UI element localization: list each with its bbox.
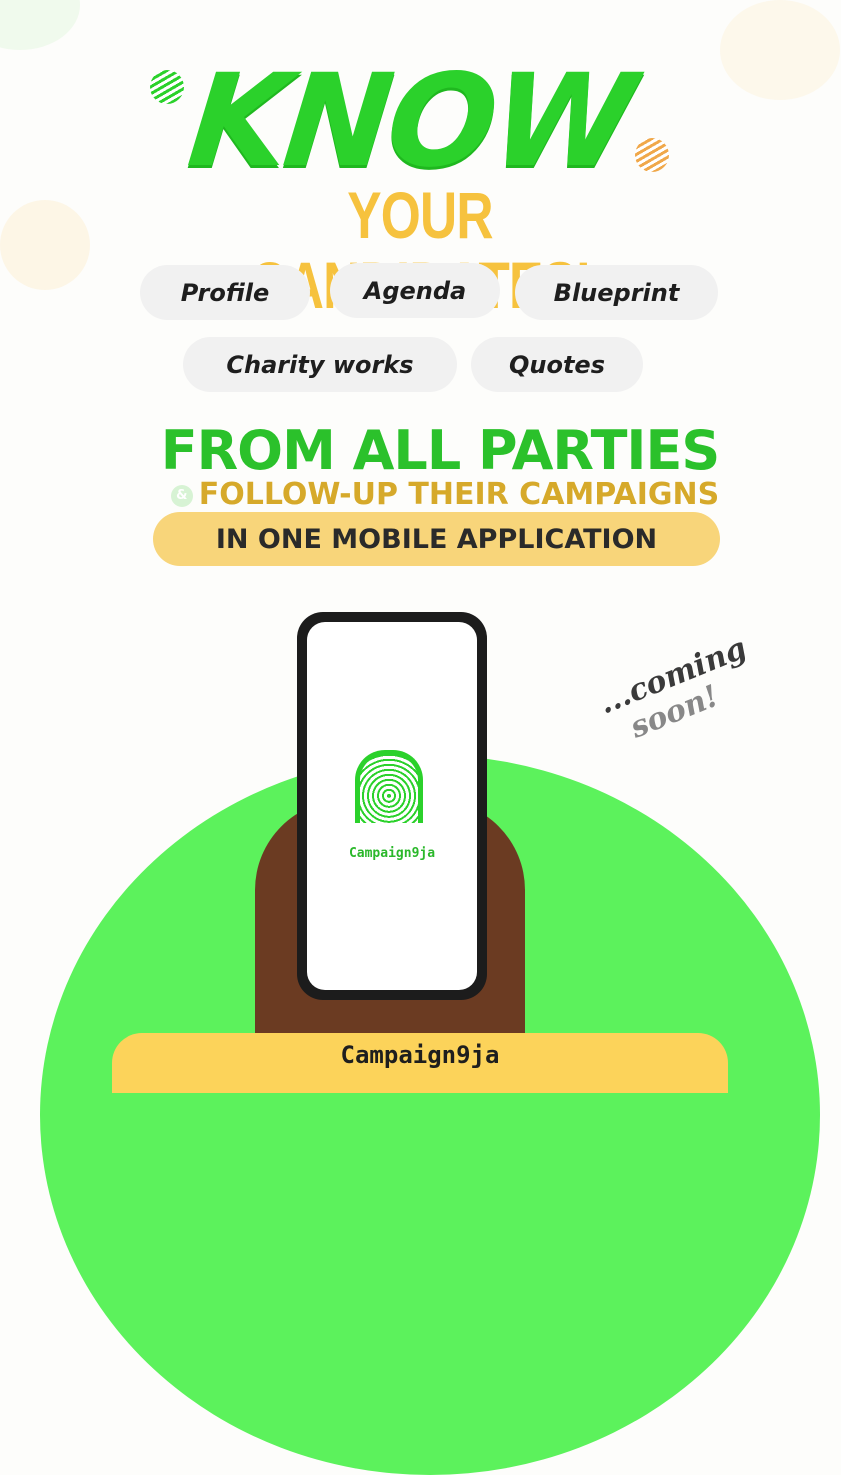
- coming-soon-text: ...coming soon!: [594, 615, 806, 753]
- feature-pill-quotes: Quotes: [471, 337, 643, 392]
- footer-brand: Campaign9ja: [340, 1041, 500, 1069]
- feature-pill-charity-works: Charity works: [183, 337, 457, 392]
- tagline-main: FROM ALL PARTIES: [160, 419, 721, 482]
- headline-know: KNOW: [182, 47, 639, 196]
- feature-pill-blueprint: Blueprint: [515, 265, 718, 320]
- phone-app-name: Campaign9ja: [348, 846, 436, 861]
- background-decoration: [720, 0, 840, 100]
- feature-pill-profile: Profile: [140, 265, 310, 320]
- background-decoration: [0, 0, 80, 50]
- tagline-follow-text: FOLLOW-UP THEIR CAMPAIGNS: [198, 477, 720, 512]
- ampersand-badge: &: [170, 484, 193, 507]
- phone-screen: Campaign9ja: [307, 622, 477, 990]
- footer-brand-bar: Campaign9ja: [112, 1033, 728, 1093]
- tagline-follow: & FOLLOW-UP THEIR CAMPAIGNS: [150, 478, 740, 512]
- fingerprint-icon: [355, 750, 423, 823]
- tagline-banner: IN ONE MOBILE APPLICATION: [153, 512, 720, 566]
- phone-mockup: Campaign9ja: [297, 612, 487, 1000]
- background-decoration: [0, 200, 90, 290]
- feature-pill-agenda: Agenda: [330, 263, 500, 318]
